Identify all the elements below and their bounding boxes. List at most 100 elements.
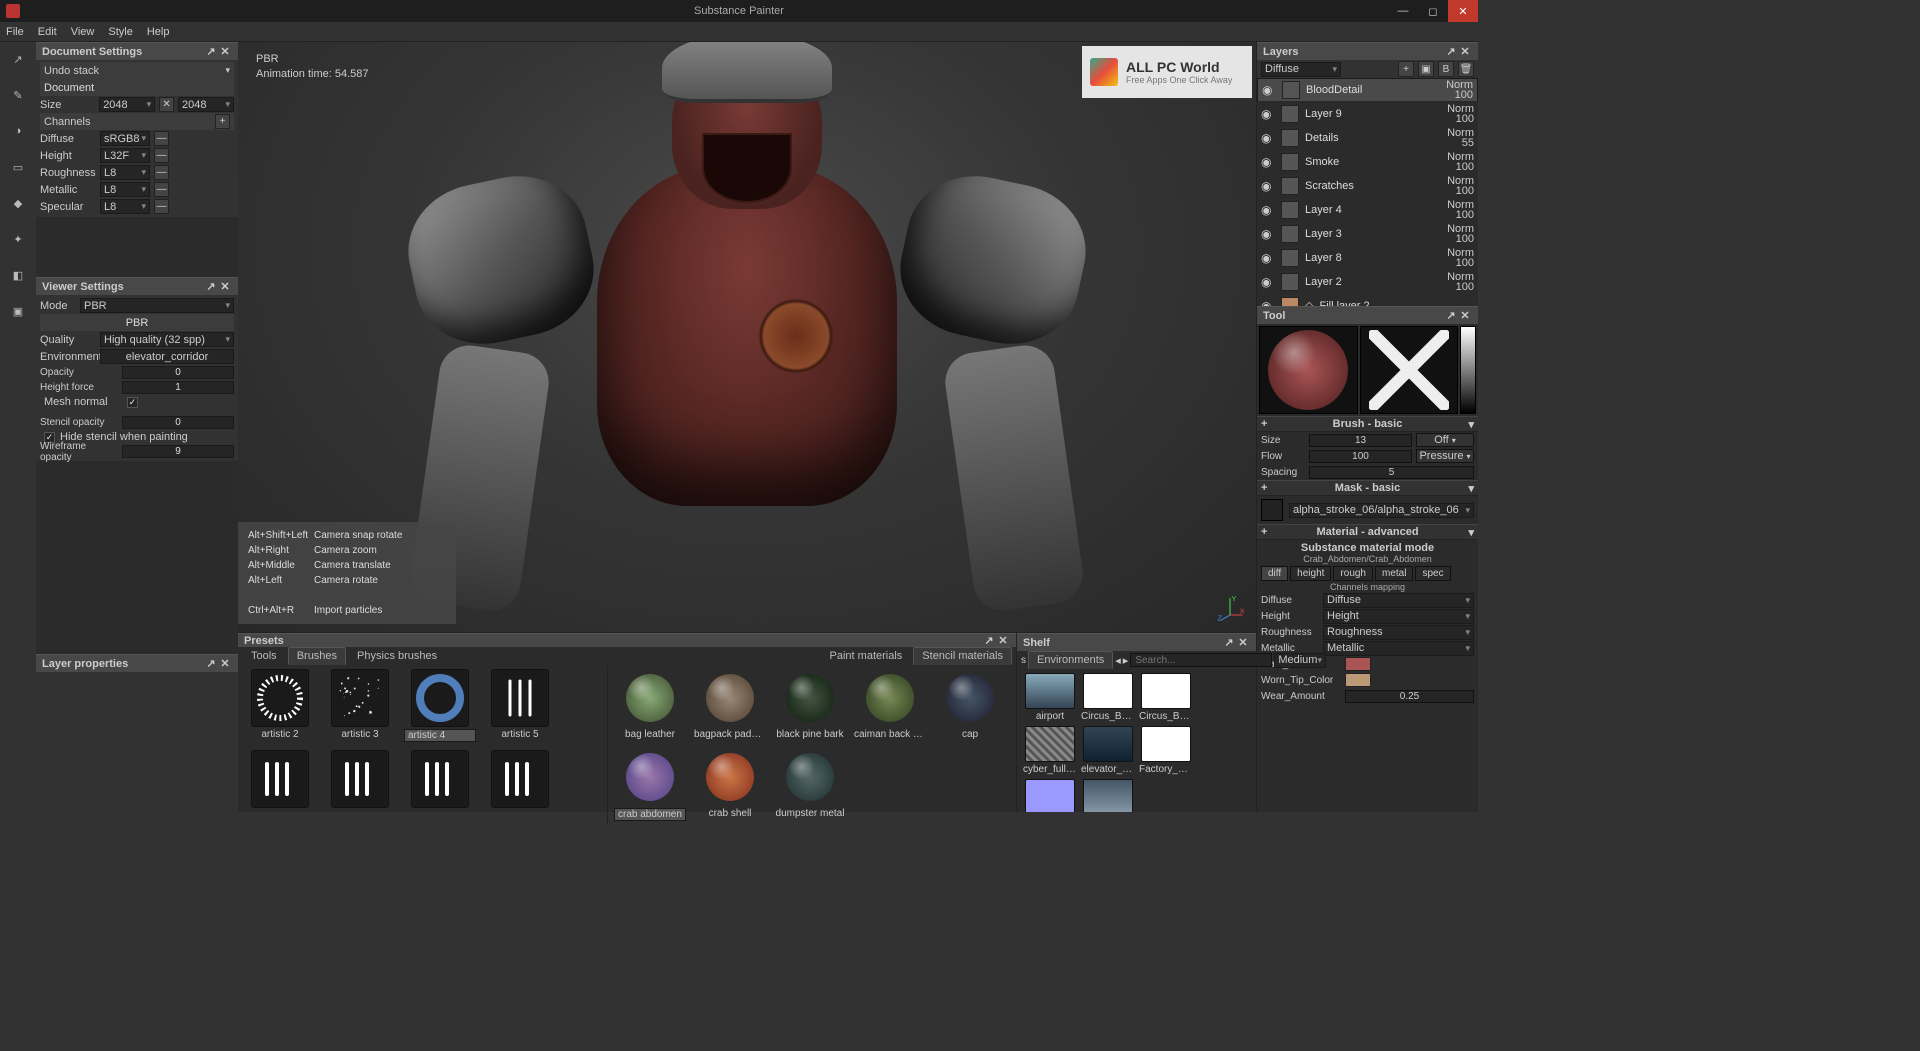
material-thumb[interactable]: bagpack padding (694, 669, 766, 740)
undock-icon[interactable]: ↗ (204, 280, 218, 293)
particle-tool-icon[interactable]: ✦ (7, 228, 29, 250)
undock-icon[interactable]: ↗ (1444, 45, 1458, 58)
layer-name[interactable]: Layer 9 (1305, 108, 1441, 120)
maximize-button[interactable]: ◻ (1418, 0, 1448, 22)
shelf-tab-environments[interactable]: Environments (1028, 651, 1113, 669)
map-select[interactable]: Height▾ (1323, 609, 1474, 624)
projection-tool-icon[interactable]: ▭ (7, 156, 29, 178)
close-icon[interactable]: ✕ (218, 280, 232, 293)
shelf-size-select[interactable]: Medium▾ (1274, 653, 1326, 668)
brush-section-header[interactable]: +Brush - basic▾ (1257, 416, 1478, 432)
mask-thumbnail[interactable] (1261, 499, 1283, 521)
brush-thumb[interactable] (324, 750, 396, 810)
tool-title[interactable]: Tool ↗ ✕ (1257, 306, 1478, 324)
visibility-icon[interactable]: ◉ (1262, 83, 1276, 97)
brush-size-mode[interactable]: Off▾ (1416, 433, 1474, 447)
stencil-opacity-slider[interactable]: 0 (122, 416, 234, 429)
layer-row[interactable]: ◉ Layer 2 Norm100 (1257, 270, 1478, 294)
add-folder-button[interactable]: ▣ (1418, 61, 1434, 77)
channel-tab[interactable]: diff (1261, 566, 1288, 581)
visibility-icon[interactable]: ◉ (1261, 179, 1275, 193)
menu-view[interactable]: View (71, 26, 95, 38)
layer-row[interactable]: ◉ ◇ Fill layer 2 (1257, 294, 1478, 306)
layer-name[interactable]: Scratches (1305, 180, 1441, 192)
environment-thumb[interactable]: Factory_C... (1139, 726, 1193, 775)
heightforce-slider[interactable]: 1 (122, 381, 234, 394)
channel-tab[interactable]: metal (1375, 566, 1413, 581)
channel-format-select[interactable]: L8▾ (100, 165, 150, 180)
brush-thumb[interactable] (484, 750, 556, 810)
material-thumb[interactable]: bag leather (614, 669, 686, 740)
preset-tab[interactable]: Brushes (288, 647, 346, 665)
channel-tab[interactable]: spec (1415, 566, 1450, 581)
material-tool-icon[interactable]: ◧ (7, 264, 29, 286)
layer-properties-title[interactable]: Layer properties ↗ ✕ (36, 654, 238, 672)
viewer-settings-title[interactable]: Viewer Settings ↗ ✕ (36, 277, 238, 295)
material-thumb[interactable]: caiman back scales (854, 669, 926, 740)
worn-tip-swatch[interactable] (1345, 673, 1371, 687)
camera-tool-icon[interactable]: ▣ (7, 300, 29, 322)
brush-flow-slider[interactable]: 100 (1309, 450, 1412, 463)
visibility-icon[interactable]: ◉ (1261, 275, 1275, 289)
layer-row[interactable]: ◉ Details Norm55 (1257, 126, 1478, 150)
menu-style[interactable]: Style (108, 26, 132, 38)
layer-row[interactable]: ◉ Layer 3 Norm100 (1257, 222, 1478, 246)
remove-channel-button[interactable]: — (154, 148, 169, 163)
meshnormal-checkbox[interactable]: ✓ (127, 397, 138, 408)
material-thumb[interactable]: crab abdomen (614, 748, 686, 821)
map-select[interactable]: Metallic▾ (1323, 641, 1474, 656)
close-icon[interactable]: ✕ (1458, 45, 1472, 58)
visibility-icon[interactable]: ◉ (1261, 299, 1275, 307)
environment-thumb[interactable]: Panorama (1081, 779, 1135, 812)
material-thumb[interactable]: crab shell (694, 748, 766, 821)
undock-icon[interactable]: ↗ (7, 48, 29, 70)
preset-tab[interactable]: Physics brushes (348, 647, 446, 665)
visibility-icon[interactable]: ◉ (1261, 227, 1275, 241)
minimize-button[interactable]: — (1388, 0, 1418, 22)
undock-icon[interactable]: ↗ (204, 45, 218, 58)
undock-icon[interactable]: ↗ (982, 634, 996, 647)
brush-thumb[interactable]: artistic 3 (324, 669, 396, 742)
material-thumb[interactable]: black pine bark (774, 669, 846, 740)
next-icon[interactable]: ▸ (1123, 654, 1129, 667)
remove-channel-button[interactable]: — (154, 131, 169, 146)
environment-thumb[interactable]: elevator_c... (1081, 726, 1135, 775)
brush-thumb[interactable] (404, 750, 476, 810)
brush-thumb[interactable]: artistic 5 (484, 669, 556, 742)
map-select[interactable]: Diffuse▾ (1323, 593, 1474, 608)
environment-thumb[interactable]: mesh_nor... (1023, 779, 1077, 812)
layer-row[interactable]: ◉ Layer 9 Norm100 (1257, 102, 1478, 126)
delete-layer-button[interactable]: 🗑 (1458, 61, 1474, 77)
menu-file[interactable]: File (6, 26, 24, 38)
layer-row[interactable]: ◉ Scratches Norm100 (1257, 174, 1478, 198)
visibility-icon[interactable]: ◉ (1261, 131, 1275, 145)
wireframe-opacity-slider[interactable]: 9 (122, 445, 234, 458)
visibility-icon[interactable]: ◉ (1261, 155, 1275, 169)
visibility-icon[interactable]: ◉ (1261, 251, 1275, 265)
preset-right-tab[interactable]: Stencil materials (913, 647, 1012, 665)
brush-size-slider[interactable]: 13 (1309, 434, 1412, 447)
layer-row[interactable]: ◉ Layer 8 Norm100 (1257, 246, 1478, 270)
layer-row[interactable]: ◉ Smoke Norm100 (1257, 150, 1478, 174)
environment-thumb[interactable]: Circus_Bac... (1081, 673, 1135, 722)
close-icon[interactable]: ✕ (1458, 309, 1472, 322)
environment-thumb[interactable]: Circus_Bac... (1139, 673, 1193, 722)
doc-settings-title[interactable]: Document Settings ↗ ✕ (36, 42, 238, 60)
polyfill-tool-icon[interactable]: ◆ (7, 192, 29, 214)
size-b-select[interactable]: 2048▾ (178, 97, 234, 112)
layer-name[interactable]: Layer 8 (1305, 252, 1441, 264)
menu-edit[interactable]: Edit (38, 26, 57, 38)
close-icon[interactable]: ✕ (218, 45, 232, 58)
visibility-icon[interactable]: ◉ (1261, 203, 1275, 217)
wear-amount-slider[interactable]: 0.25 (1345, 690, 1474, 703)
remove-channel-button[interactable]: — (154, 199, 169, 214)
layers-channel-select[interactable]: Diffuse▾ (1261, 62, 1341, 77)
material-thumb[interactable]: cap (934, 669, 1006, 740)
layer-name[interactable]: Smoke (1305, 156, 1441, 168)
environment-select[interactable]: elevator_corridor (100, 349, 234, 364)
shelf-search-input[interactable] (1130, 653, 1272, 667)
brush-tool-icon[interactable]: ✎ (7, 84, 29, 106)
environment-thumb[interactable]: cyber_full_... (1023, 726, 1077, 775)
presets-title[interactable]: Presets ↗ ✕ (238, 633, 1016, 647)
undo-stack[interactable]: Undo stack▾ (40, 62, 234, 79)
